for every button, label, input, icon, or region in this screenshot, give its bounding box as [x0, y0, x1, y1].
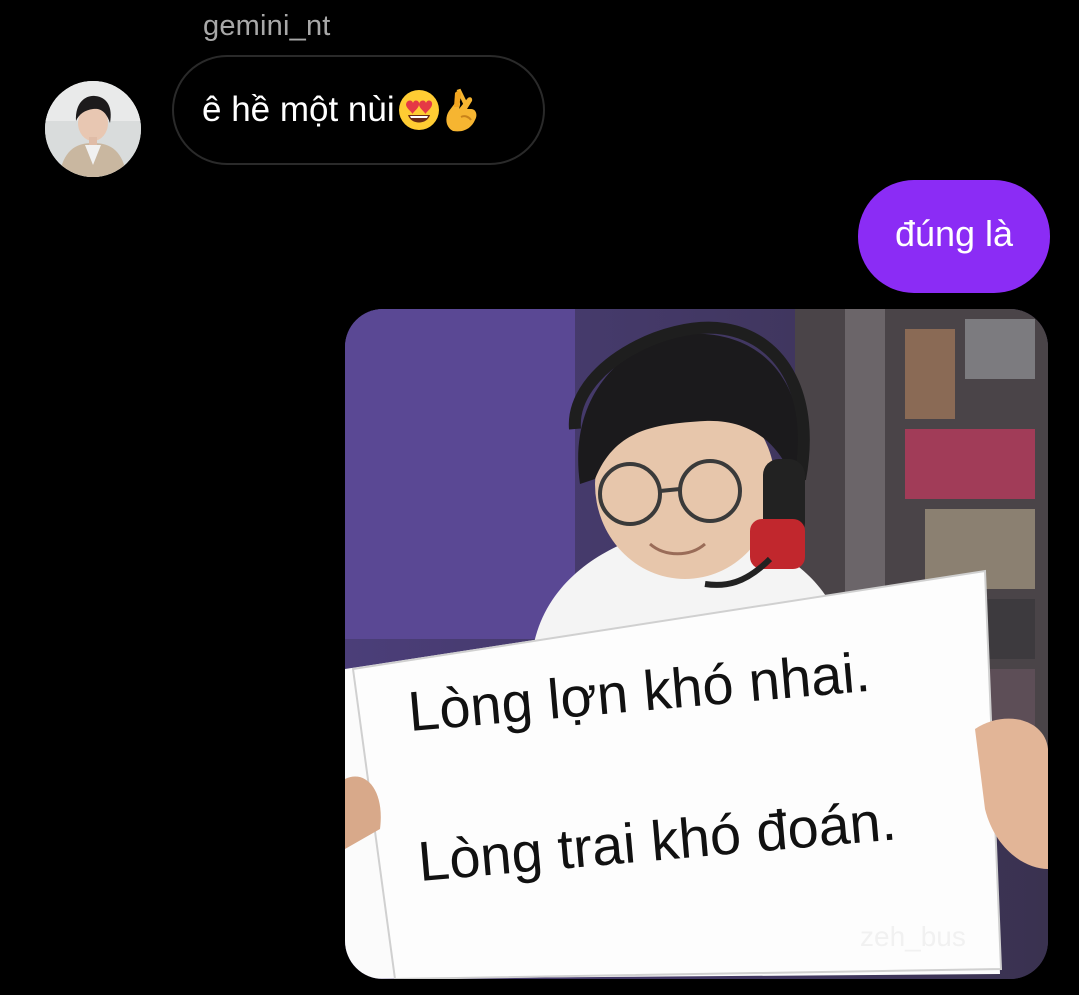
- outgoing-message-bubble[interactable]: đúng là: [858, 180, 1050, 293]
- crossed-fingers-heart-icon: [445, 88, 477, 132]
- incoming-message-bubble[interactable]: ê hề một nùi: [172, 55, 545, 165]
- chat-screen: gemini_nt ê hề một nùi đúng là Lòng lợn …: [0, 0, 1079, 995]
- heart-eyes-emoji-icon: [398, 90, 439, 130]
- avatar[interactable]: [45, 81, 141, 177]
- image-watermark: zeh_bus: [860, 921, 966, 952]
- image-message[interactable]: Lòng lợn khó nhai. Lòng trai khó đoán. z…: [345, 309, 1048, 979]
- avatar-photo: [45, 81, 141, 177]
- incoming-message-text: ê hề một nùi: [202, 90, 395, 129]
- incoming-message-emojis: [397, 87, 483, 133]
- sender-name: gemini_nt: [203, 10, 331, 42]
- outgoing-message-text: đúng là: [894, 212, 1014, 254]
